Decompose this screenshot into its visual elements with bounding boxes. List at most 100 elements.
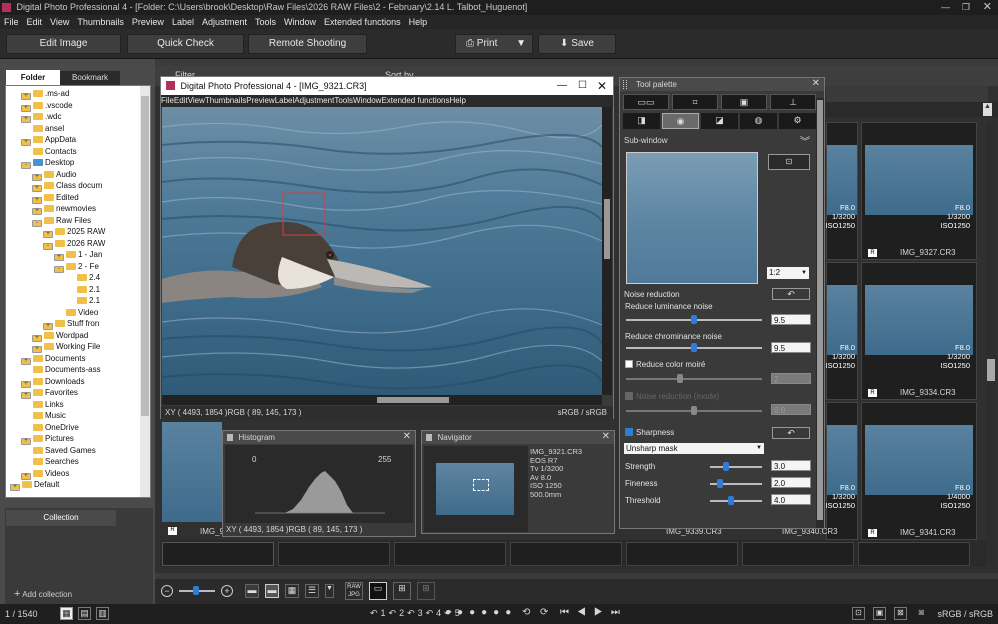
menu-file[interactable]: File bbox=[0, 15, 23, 29]
edit-menu-thumbnails[interactable]: Thumbnails bbox=[205, 96, 246, 105]
thumbnail-card[interactable]: F8.0 1/3200 ISO1250 R IMG_9327.CR3 bbox=[861, 122, 977, 260]
strength-slider[interactable] bbox=[710, 466, 762, 468]
expand-icon[interactable]: - bbox=[32, 219, 42, 227]
tab-tone-icon[interactable]: ◨ bbox=[623, 113, 660, 129]
tree-item[interactable]: Links bbox=[21, 399, 64, 410]
preview-view-icon[interactable]: ▤ bbox=[78, 607, 91, 620]
sharpness-checkbox-box[interactable] bbox=[625, 428, 633, 436]
tree-item[interactable]: Contacts bbox=[21, 146, 77, 157]
tree-item[interactable]: + Audio bbox=[32, 169, 76, 181]
thumbnail-card[interactable]: F8.0 1/3200 ISO1250 bbox=[825, 262, 858, 400]
grid-view-icon[interactable]: ▦ bbox=[60, 607, 73, 620]
noise-reset-button[interactable]: ↶ bbox=[772, 288, 810, 300]
fineness-knob[interactable] bbox=[717, 479, 724, 488]
menu-preview[interactable]: Preview bbox=[128, 15, 168, 29]
grip-icon[interactable] bbox=[623, 80, 627, 89]
view-large-icon[interactable]: ▬ bbox=[245, 584, 259, 598]
dust-knob[interactable] bbox=[691, 406, 697, 415]
image-icon[interactable]: ▣ bbox=[873, 607, 886, 620]
add-collection-button[interactable]: + Add collection bbox=[14, 588, 72, 600]
zoom-in-icon[interactable]: + bbox=[221, 585, 233, 597]
sharpness-reset-button[interactable]: ↶ bbox=[772, 427, 810, 439]
close-icon[interactable]: ✕ bbox=[403, 431, 411, 442]
zoom-slider[interactable] bbox=[193, 586, 199, 595]
tree-item[interactable]: + Downloads bbox=[21, 376, 85, 388]
expand-icon[interactable]: - bbox=[21, 162, 31, 169]
rotate-right-icon[interactable]: ⟳ bbox=[540, 607, 548, 618]
menu-adjustment[interactable]: Adjustment bbox=[198, 15, 251, 29]
dust-value[interactable]: 0.0 bbox=[771, 404, 811, 415]
thumbnail-card[interactable]: F8.0 1/3200 ISO1250 bbox=[825, 122, 858, 260]
view-medium-icon[interactable]: ▬ bbox=[265, 584, 279, 598]
tab-color-icon[interactable]: ◍ bbox=[740, 113, 777, 129]
tree-item[interactable]: + Default bbox=[10, 479, 59, 491]
save-button[interactable]: ⬇ Save bbox=[538, 34, 616, 54]
tab-bookmark[interactable]: Bookmark bbox=[60, 71, 120, 85]
rating-dots[interactable]: ●●●●●● bbox=[445, 607, 517, 618]
tab-curve-icon[interactable]: ◪ bbox=[701, 113, 738, 129]
navigator-viewport[interactable] bbox=[473, 479, 489, 491]
tab-settings-icon[interactable]: ⚙ bbox=[779, 113, 816, 129]
tree-item[interactable]: - Raw Files bbox=[32, 215, 91, 227]
threshold-slider[interactable] bbox=[710, 500, 762, 502]
thumbnail-card[interactable]: F8.0 1/3200 ISO1250 R IMG_9334.CR3 bbox=[861, 262, 977, 400]
camera-icon[interactable]: ◙ bbox=[915, 607, 928, 620]
minimize-icon[interactable]: — bbox=[557, 77, 567, 95]
view-grid-icon[interactable]: ▦ bbox=[285, 584, 299, 598]
tree-item[interactable]: ansel bbox=[21, 123, 64, 134]
thumbnail-image[interactable] bbox=[162, 422, 222, 522]
remote-shooting-button[interactable]: Remote Shooting bbox=[248, 34, 367, 54]
sharpness-mode-select[interactable]: Unsharp mask ▼ bbox=[624, 443, 764, 454]
chrom-noise-knob[interactable] bbox=[691, 343, 697, 352]
dust-checkbox[interactable]: Noise reduction (mode) bbox=[625, 392, 719, 401]
tree-item[interactable]: + Stuff fron bbox=[43, 318, 99, 330]
compare-icon[interactable]: ⊞ bbox=[393, 582, 411, 600]
expand-icon[interactable]: - bbox=[43, 242, 53, 250]
edit-menu-view[interactable]: View bbox=[188, 96, 205, 105]
threshold-knob[interactable] bbox=[727, 496, 734, 505]
menu-help[interactable]: Help bbox=[405, 15, 432, 29]
tree-item[interactable]: + AppData bbox=[21, 134, 76, 146]
tree-item[interactable]: + Edited bbox=[32, 192, 79, 204]
strength-value[interactable]: 3.0 bbox=[771, 460, 811, 471]
menu-thumbnails[interactable]: Thumbnails bbox=[73, 15, 128, 29]
tree-item[interactable]: - Desktop bbox=[21, 157, 74, 169]
lum-noise-knob[interactable] bbox=[691, 315, 697, 324]
menu-view[interactable]: View bbox=[46, 15, 73, 29]
view-dropdown-icon[interactable]: ▼ bbox=[325, 584, 334, 598]
tab-basic-icon[interactable]: ▭▭ bbox=[623, 94, 669, 110]
moire-checkbox-box[interactable] bbox=[625, 360, 633, 368]
edit-menu-label[interactable]: Label bbox=[275, 96, 295, 105]
photo-vscrollbar[interactable] bbox=[602, 107, 612, 395]
menu-label[interactable]: Label bbox=[168, 15, 198, 29]
tree-item[interactable]: - 2026 RAW bbox=[43, 238, 105, 250]
chrom-noise-value[interactable]: 9.5 bbox=[771, 342, 811, 353]
view-list-icon[interactable]: ☰ bbox=[305, 584, 319, 598]
tab-stamp-icon[interactable]: ⊥ bbox=[770, 94, 816, 110]
tree-item[interactable]: + Wordpad bbox=[32, 330, 88, 342]
tree-item[interactable]: Documents-ass bbox=[21, 364, 101, 375]
tree-item[interactable]: + .vscode bbox=[21, 100, 73, 112]
restore-icon[interactable]: ❐ bbox=[962, 0, 970, 15]
tree-item[interactable]: Video bbox=[54, 307, 98, 318]
edit-image-button[interactable]: Edit Image bbox=[6, 34, 121, 54]
tree-item[interactable]: + Documents bbox=[21, 353, 85, 365]
expand-icon[interactable]: + bbox=[10, 484, 20, 491]
frame-icon[interactable]: ▭ bbox=[369, 582, 387, 600]
tree-item[interactable]: - 2 - Fe bbox=[54, 261, 99, 273]
tree-item[interactable]: Music bbox=[21, 410, 66, 421]
strength-knob[interactable] bbox=[722, 462, 729, 471]
magnify-icon[interactable]: ⊠ bbox=[894, 607, 907, 620]
tree-item[interactable]: Saved Games bbox=[21, 445, 96, 456]
edit-menu-preview[interactable]: Preview bbox=[246, 96, 274, 105]
threshold-value[interactable]: 4.0 bbox=[771, 494, 811, 505]
close-icon[interactable]: ✕ bbox=[983, 0, 992, 15]
moire-knob[interactable] bbox=[677, 374, 684, 383]
tree-item[interactable]: + .wdc bbox=[21, 111, 61, 123]
edit-menu-help[interactable]: Help bbox=[450, 96, 466, 105]
zoom-out-icon[interactable]: − bbox=[161, 585, 173, 597]
dust-checkbox-box[interactable] bbox=[625, 392, 633, 400]
quick-check-button[interactable]: Quick Check bbox=[127, 34, 244, 54]
edit-menu-window[interactable]: Window bbox=[353, 96, 381, 105]
menu-edit[interactable]: Edit bbox=[23, 15, 47, 29]
